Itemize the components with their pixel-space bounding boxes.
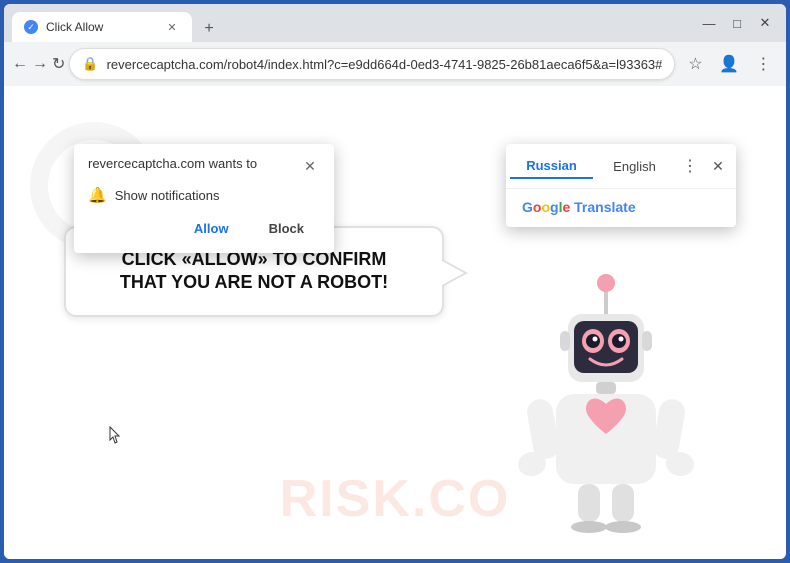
popup-item: 🔔 Show notifications [88, 186, 320, 204]
star-button[interactable]: ☆ [679, 48, 711, 80]
nav-bar: ← → ↻ 🔒 revercecaptcha.com/robot4/index.… [4, 42, 786, 86]
nav-actions: ☆ 👤 ⋮ [679, 48, 779, 80]
block-button[interactable]: Block [253, 216, 320, 241]
google-translate-label: Google Translate [522, 199, 636, 215]
forward-button[interactable]: → [32, 48, 48, 80]
message-text: CLICK «ALLOW» TO CONFIRM THAT YOU ARE NO… [96, 248, 412, 295]
popup-item-text: Show notifications [115, 188, 220, 203]
translate-more-button[interactable]: ⋮ [676, 152, 704, 180]
popup-header: revercecaptcha.com wants to ✕ [88, 156, 320, 176]
account-button[interactable]: 👤 [713, 48, 745, 80]
allow-button[interactable]: Allow [178, 216, 245, 241]
address-bar[interactable]: 🔒 revercecaptcha.com/robot4/index.html?c… [69, 48, 675, 80]
popup-close-button[interactable]: ✕ [300, 156, 320, 176]
browser-window: Click Allow ✕ + — □ ✕ ← → ↻ 🔒 revercecap… [4, 4, 786, 559]
title-bar: Click Allow ✕ + — □ ✕ [4, 4, 786, 42]
translate-tab-english[interactable]: English [593, 155, 676, 178]
tab-title: Click Allow [46, 20, 156, 34]
translate-service: Google Translate [522, 199, 636, 215]
url-text: revercecaptcha.com/robot4/index.html?c=e… [107, 57, 663, 72]
translate-popup: Russian English ⋮ ✕ Google Translate [506, 144, 736, 227]
translate-close-button[interactable]: ✕ [704, 152, 732, 180]
reload-button[interactable]: ↻ [52, 48, 65, 80]
window-controls: — □ ✕ [696, 10, 778, 36]
close-window-button[interactable]: ✕ [752, 10, 778, 36]
popup-title: revercecaptcha.com wants to [88, 156, 300, 171]
translate-tab-russian[interactable]: Russian [510, 154, 593, 179]
back-button[interactable]: ← [12, 48, 28, 80]
robot-character [506, 259, 706, 539]
minimize-button[interactable]: — [696, 10, 722, 36]
page-content: RISK.CO revercecaptcha.com wants to ✕ 🔔 … [4, 86, 786, 559]
mouse-cursor [109, 426, 121, 444]
notification-popup: revercecaptcha.com wants to ✕ 🔔 Show not… [74, 144, 334, 253]
bell-icon: 🔔 [88, 186, 107, 204]
tab-close-button[interactable]: ✕ [164, 19, 180, 35]
popup-buttons: Allow Block [88, 216, 320, 241]
new-tab-button[interactable]: + [196, 16, 222, 42]
watermark: RISK.CO [280, 469, 511, 529]
more-button[interactable]: ⋮ [747, 48, 779, 80]
translate-header: Russian English ⋮ ✕ [506, 144, 736, 189]
tab-area: Click Allow ✕ + [12, 4, 692, 42]
translate-body: Google Translate [506, 189, 736, 227]
active-tab[interactable]: Click Allow ✕ [12, 12, 192, 42]
tab-favicon [24, 20, 38, 34]
maximize-button[interactable]: □ [724, 10, 750, 36]
lock-icon: 🔒 [82, 56, 98, 72]
